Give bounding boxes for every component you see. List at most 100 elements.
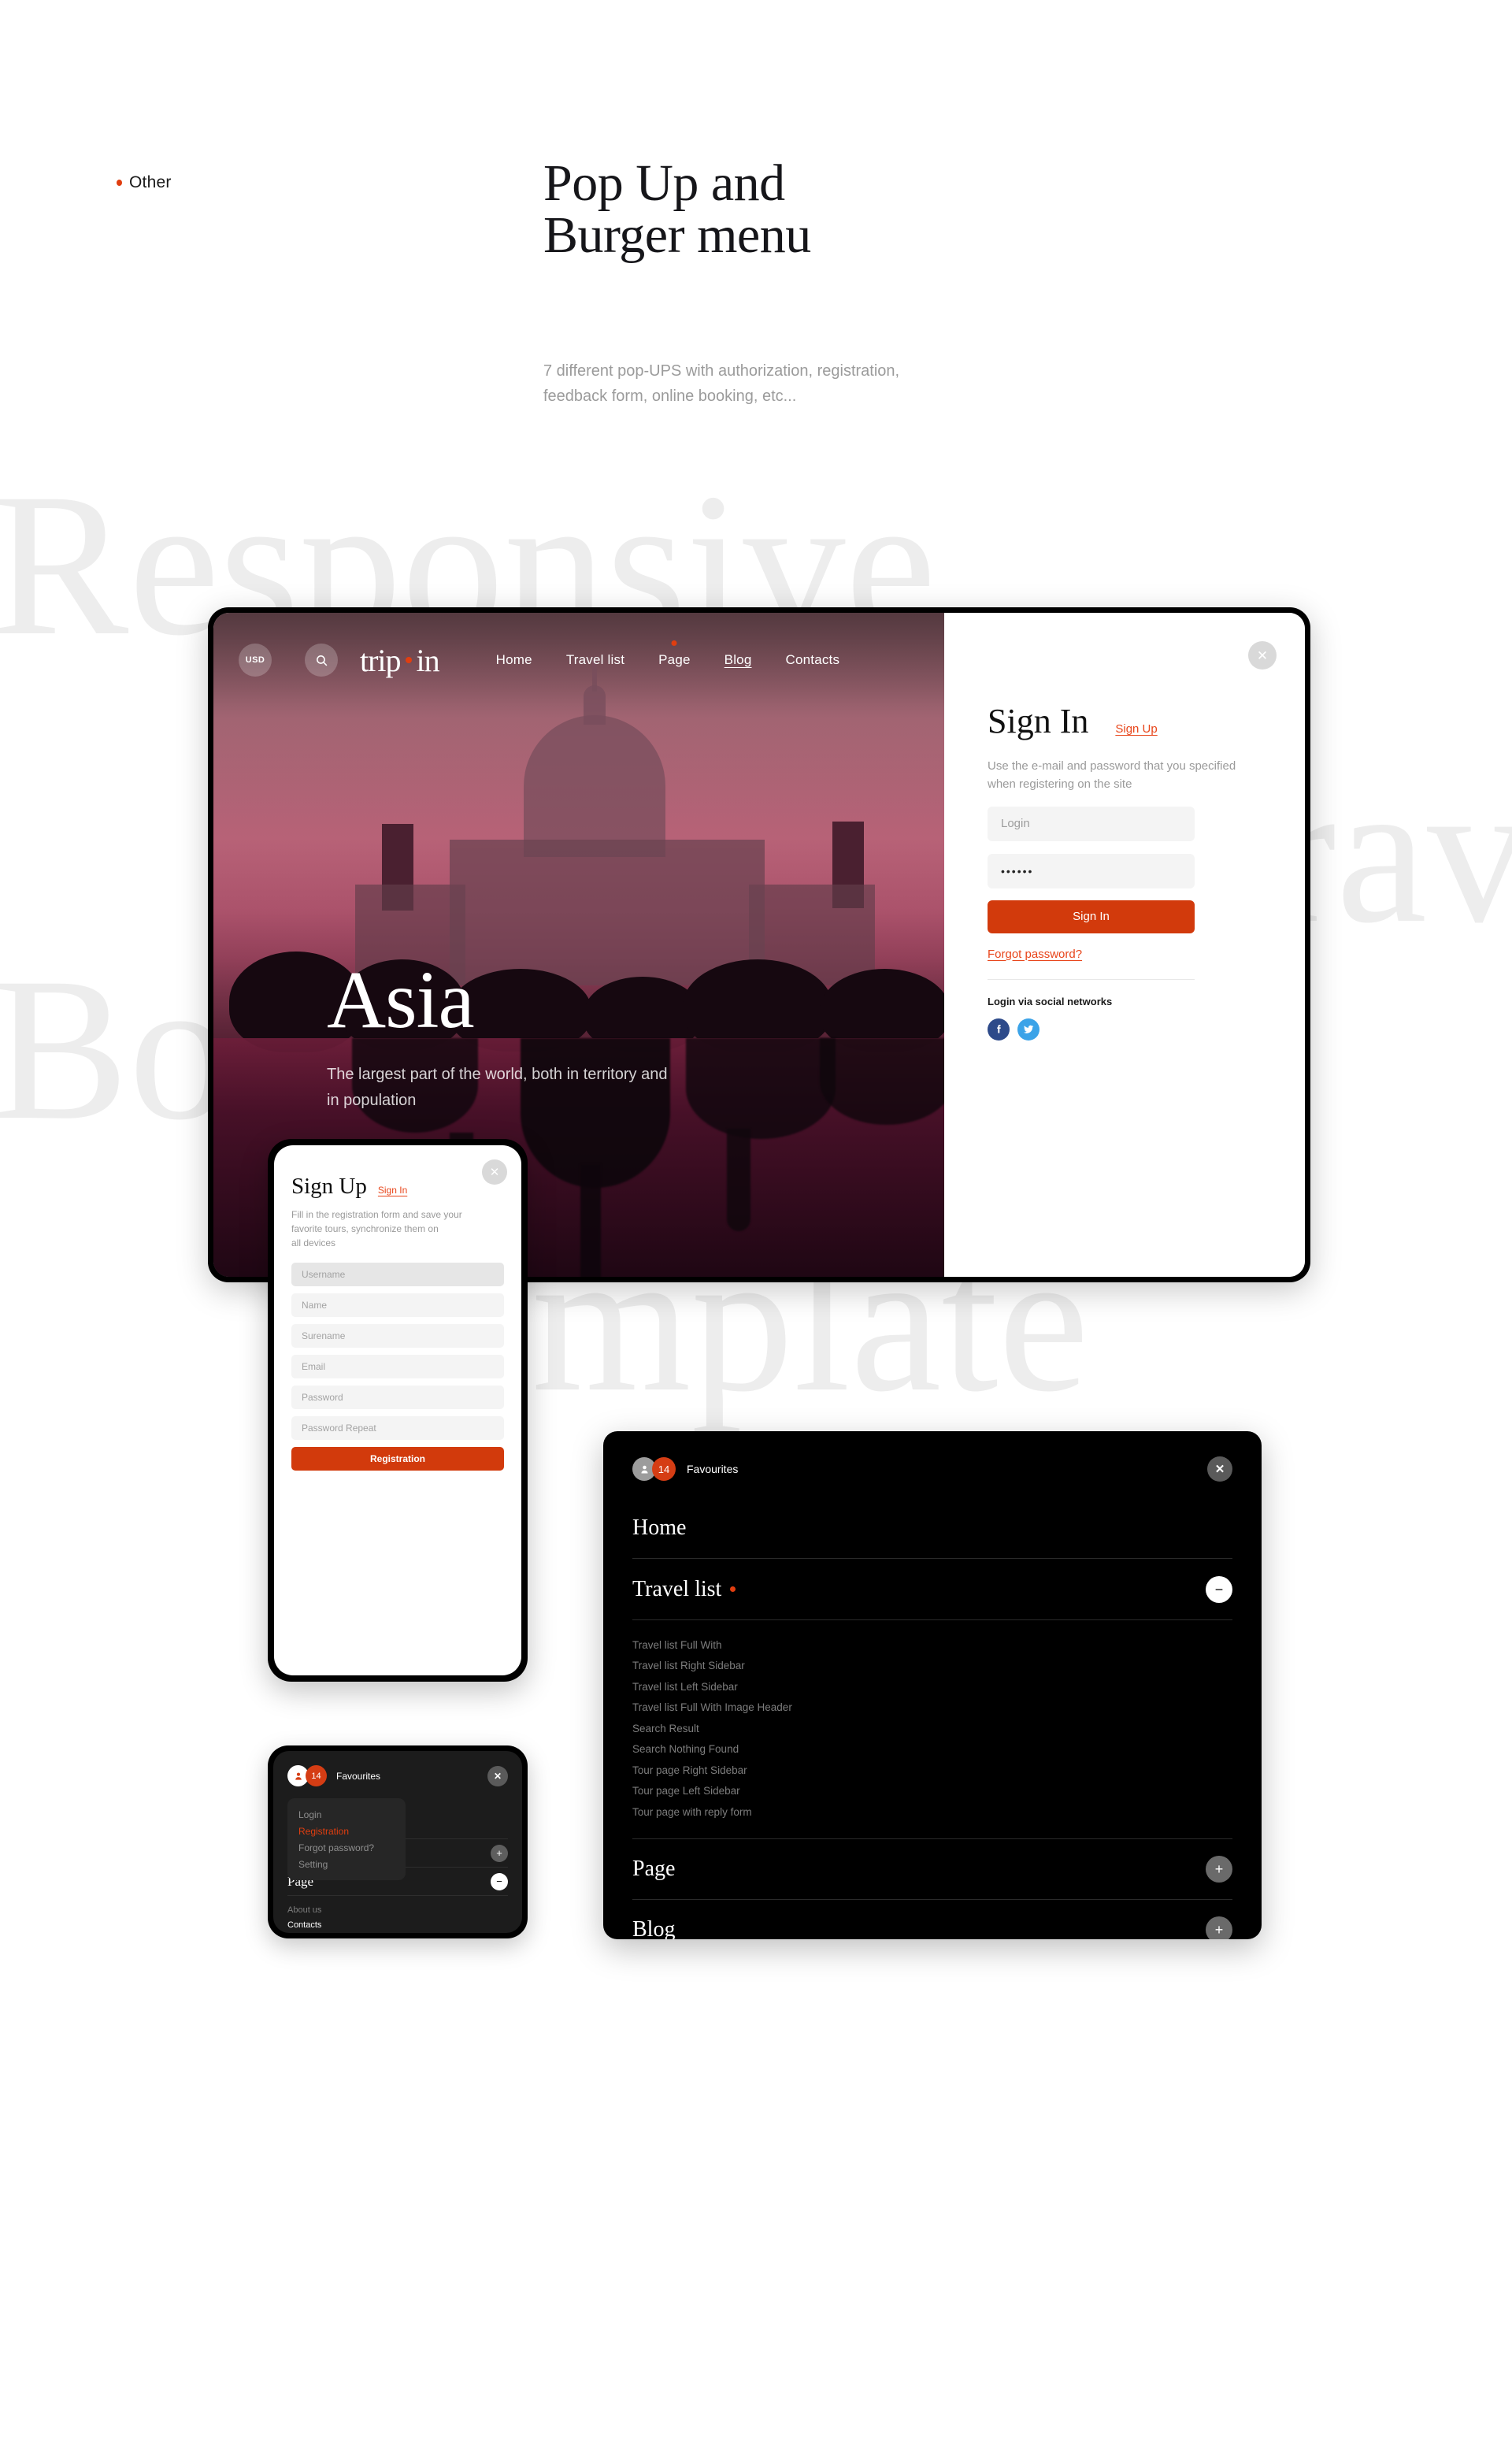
favourites-label[interactable]: Favourites — [336, 1771, 380, 1782]
burger-menu-panel: 14 Favourites ✕ Home Travel list − Trave… — [603, 1431, 1262, 1939]
close-icon[interactable]: ✕ — [1248, 641, 1277, 670]
sub-item[interactable]: Travel list Left Sidebar — [632, 1676, 1232, 1697]
favourites-label[interactable]: Favourites — [687, 1463, 738, 1475]
surname-placeholder: Surename — [302, 1330, 346, 1341]
currency-button[interactable]: USD — [239, 644, 272, 677]
sub-item[interactable]: Search Nothing Found — [632, 1739, 1232, 1760]
password-input[interactable]: •••••• — [988, 853, 1195, 888]
signup-title: Sign Up — [291, 1174, 367, 1199]
mobile-burger-menu-mockup: 14 Favourites ✕ Login Registration Forgo… — [268, 1745, 528, 1938]
password-repeat-placeholder: Password Repeat — [302, 1423, 376, 1434]
dropdown-item-forgot-password[interactable]: Forgot password? — [298, 1839, 406, 1856]
signup-phone-mockup: ✕ Sign Up Sign In Fill in the registrati… — [268, 1139, 528, 1682]
dropdown-item-setting[interactable]: Setting — [298, 1856, 406, 1872]
search-icon — [316, 655, 327, 666]
sub-item[interactable]: Travel list Full With — [632, 1634, 1232, 1656]
registration-submit-button[interactable]: Registration — [291, 1447, 504, 1471]
username-placeholder: Username — [302, 1269, 346, 1280]
menu-row-page[interactable]: Page + — [632, 1838, 1232, 1900]
page-subtitle-line-1: 7 different pop-UPS with authorization, … — [543, 362, 900, 380]
account-group: 14 Favourites — [632, 1457, 738, 1481]
signin-popup: ✕ Sign In Sign Up Use the e-mail and pas… — [944, 613, 1305, 1277]
collapse-toggle-page[interactable]: − — [491, 1872, 508, 1890]
nav-item-blog[interactable]: Blog — [724, 652, 752, 668]
signin-hint: Use the e-mail and password that you spe… — [988, 757, 1247, 794]
mobile-burger-menu: 14 Favourites ✕ Login Registration Forgo… — [273, 1751, 522, 1933]
close-icon[interactable]: ✕ — [482, 1159, 507, 1185]
forgot-password-link[interactable]: Forgot password? — [988, 948, 1082, 961]
email-input[interactable]: Email — [291, 1355, 504, 1378]
close-icon[interactable]: ✕ — [487, 1765, 508, 1786]
twitter-icon[interactable] — [1017, 1018, 1040, 1041]
watermark-book: Bo — [0, 936, 232, 1163]
menu-title-page: Page — [632, 1856, 676, 1881]
travel-list-sublist: Travel list Full With Travel list Right … — [632, 1620, 1232, 1838]
site-navbar: USD trip in Home Travel list Page Blog C… — [213, 613, 944, 707]
social-login-label: Login via social networks — [988, 995, 1113, 1007]
sub-item[interactable]: Travel list Full With Image Header — [632, 1697, 1232, 1719]
signup-header-row: Sign Up Sign In — [291, 1174, 504, 1200]
signin-submit-label: Sign In — [1073, 910, 1110, 923]
name-placeholder: Name — [302, 1300, 328, 1311]
close-icon[interactable]: ✕ — [1207, 1456, 1232, 1482]
accent-dot-icon — [730, 1586, 736, 1592]
nav-item-travel-list[interactable]: Travel list — [566, 652, 624, 668]
signup-hint-line-3: all devices — [291, 1237, 336, 1248]
login-input-placeholder: Login — [1001, 817, 1030, 830]
nav-dot-icon — [671, 640, 677, 646]
menu-row-travel-list[interactable]: Travel list − — [632, 1559, 1232, 1620]
sub-item[interactable]: Tour page with reply form — [632, 1801, 1232, 1823]
sub-item[interactable]: Tour page Right Sidebar — [632, 1760, 1232, 1781]
menu-row-blog[interactable]: Blog + — [632, 1900, 1232, 1939]
nav-item-home[interactable]: Home — [496, 652, 532, 668]
signup-hint-line-1: Fill in the registration form and save y… — [291, 1209, 462, 1220]
hero-title: Asia — [327, 955, 475, 1045]
favourites-count-badge[interactable]: 14 — [652, 1457, 676, 1481]
signin-submit-button[interactable]: Sign In — [988, 900, 1195, 933]
switch-to-signup-link[interactable]: Sign Up — [1115, 722, 1157, 736]
password-input[interactable]: Password — [291, 1386, 504, 1409]
username-input[interactable]: Username — [291, 1263, 504, 1286]
divider — [988, 978, 1195, 980]
signup-hint-line-2: favorite tours, synchronize them on — [291, 1223, 439, 1234]
search-button[interactable] — [305, 644, 338, 677]
hero-description-line-2: in population — [327, 1092, 417, 1109]
dropdown-item-login[interactable]: Login — [298, 1806, 406, 1823]
nav-item-page[interactable]: Page — [658, 640, 691, 668]
registration-submit-label: Registration — [369, 1453, 425, 1464]
bullet-icon — [117, 180, 122, 186]
mobile-sub-item[interactable]: About us — [287, 1903, 508, 1918]
mobile-menu-topbar: 14 Favourites ✕ — [287, 1765, 508, 1786]
hero-description-line-1: The largest part of the world, both in t… — [327, 1066, 668, 1083]
category-label: Other — [117, 173, 172, 192]
dropdown-item-registration[interactable]: Registration — [298, 1823, 406, 1839]
brand-dot-icon — [405, 657, 412, 663]
favourites-count-badge[interactable]: 14 — [306, 1765, 327, 1786]
account-dropdown-menu: Login Registration Forgot password? Sett… — [287, 1798, 406, 1880]
surname-input[interactable]: Surename — [291, 1324, 504, 1348]
nav-label: Contacts — [785, 652, 840, 667]
brand-logo[interactable]: trip in — [360, 642, 440, 679]
name-input[interactable]: Name — [291, 1293, 504, 1317]
sub-item[interactable]: Travel list Right Sidebar — [632, 1656, 1232, 1677]
brand-right-text: in — [416, 642, 440, 678]
expand-toggle-hidden[interactable]: + — [491, 1844, 508, 1862]
social-login-row — [988, 1018, 1256, 1041]
password-repeat-input[interactable]: Password Repeat — [291, 1416, 504, 1440]
reflection-tower-2 — [727, 1129, 750, 1231]
sub-item[interactable]: Search Result — [632, 1718, 1232, 1739]
menu-title-home: Home — [632, 1515, 687, 1540]
nav-label: Home — [495, 652, 532, 667]
switch-to-signin-link[interactable]: Sign In — [378, 1185, 407, 1196]
page-subtitle: 7 different pop-UPS with authorization, … — [543, 358, 899, 409]
expand-toggle-page[interactable]: + — [1206, 1855, 1232, 1883]
password-placeholder: Password — [302, 1392, 343, 1403]
sub-item[interactable]: Tour page Left Sidebar — [632, 1781, 1232, 1802]
facebook-icon[interactable] — [988, 1018, 1010, 1041]
mobile-sub-item[interactable]: Contacts — [287, 1918, 508, 1933]
nav-item-contacts[interactable]: Contacts — [785, 652, 839, 668]
expand-toggle-blog[interactable]: + — [1206, 1916, 1232, 1939]
collapse-toggle-travel-list[interactable]: − — [1206, 1575, 1232, 1603]
login-input[interactable]: Login — [988, 806, 1195, 841]
menu-row-home[interactable]: Home — [632, 1497, 1232, 1559]
